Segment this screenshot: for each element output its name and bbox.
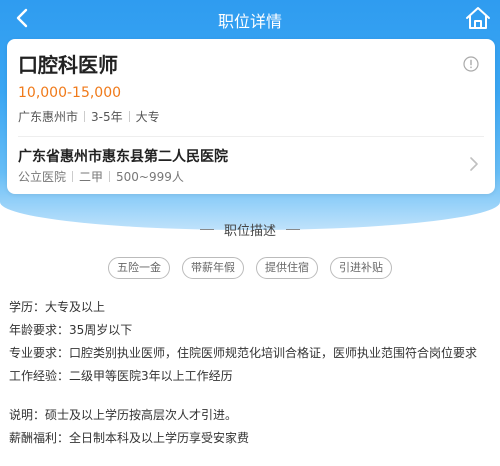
- separator: [109, 171, 111, 182]
- benefit-tag: 提供住宿: [256, 257, 318, 279]
- dash-left: [199, 229, 214, 230]
- job-requirements: 广东惠州市 3-5年 大专: [18, 108, 160, 125]
- benefit-tags: 五险一金 带薪年假 提供住宿 引进补贴: [0, 257, 500, 279]
- job-title: 口腔科医师: [18, 53, 118, 77]
- job-description: 学历：大专及以上 年龄要求：35周岁以下 专业要求：口腔类别执业医师，住院医师规…: [9, 296, 494, 450]
- navigation-bar: 职位详情: [0, 0, 500, 38]
- description-line: 专业要求：口腔类别执业医师，住院医师规范化培训合格证，医师执业范围符合岗位要求: [9, 346, 478, 360]
- section-title: 职位描述: [223, 224, 276, 239]
- benefit-tag: 引进补贴: [330, 257, 392, 279]
- separator: [128, 111, 130, 122]
- job-summary-card: 口腔科医师 10,000-15,000 广东惠州市 3-5年 大专 广东省惠州市…: [7, 39, 495, 194]
- divider: [18, 136, 484, 137]
- company-row[interactable]: 广东省惠州市惠东县第二人民医院 公立医院 二甲 500~999人: [7, 138, 495, 190]
- benefit-tag: 带薪年假: [182, 257, 244, 279]
- job-location: 广东惠州市: [18, 110, 79, 124]
- description-line: 工作经验：二级甲等医院3年以上工作经历: [9, 369, 233, 383]
- chevron-right-icon: [470, 157, 478, 171]
- description-line: 年龄要求：35周岁以下: [9, 323, 133, 337]
- job-experience: 3-5年: [91, 110, 123, 124]
- company-type: 公立医院: [18, 170, 67, 184]
- salary-range: 10,000-15,000: [18, 85, 122, 101]
- company-level: 二甲: [79, 170, 104, 184]
- page-title: 职位详情: [217, 12, 282, 31]
- description-note: 说明：硕士及以上学历按高层次人才引进。: [9, 408, 238, 422]
- company-size: 500~999人: [116, 170, 184, 184]
- company-name: 广东省惠州市惠东县第二人民医院: [18, 149, 228, 165]
- section-header: 职位描述: [0, 220, 500, 239]
- separator: [84, 111, 86, 122]
- company-meta: 公立医院 二甲 500~999人: [18, 168, 184, 185]
- info-icon[interactable]: [463, 56, 479, 72]
- job-education: 大专: [135, 110, 160, 124]
- description-line: 学历：大专及以上: [9, 300, 106, 314]
- separator: [72, 171, 74, 182]
- description-note: 薪酬福利：全日制本科及以上学历享受安家费: [9, 431, 250, 445]
- benefit-tag: 五险一金: [108, 257, 170, 279]
- dash-right: [286, 229, 300, 230]
- home-button[interactable]: [464, 4, 492, 32]
- home-icon: [466, 7, 490, 29]
